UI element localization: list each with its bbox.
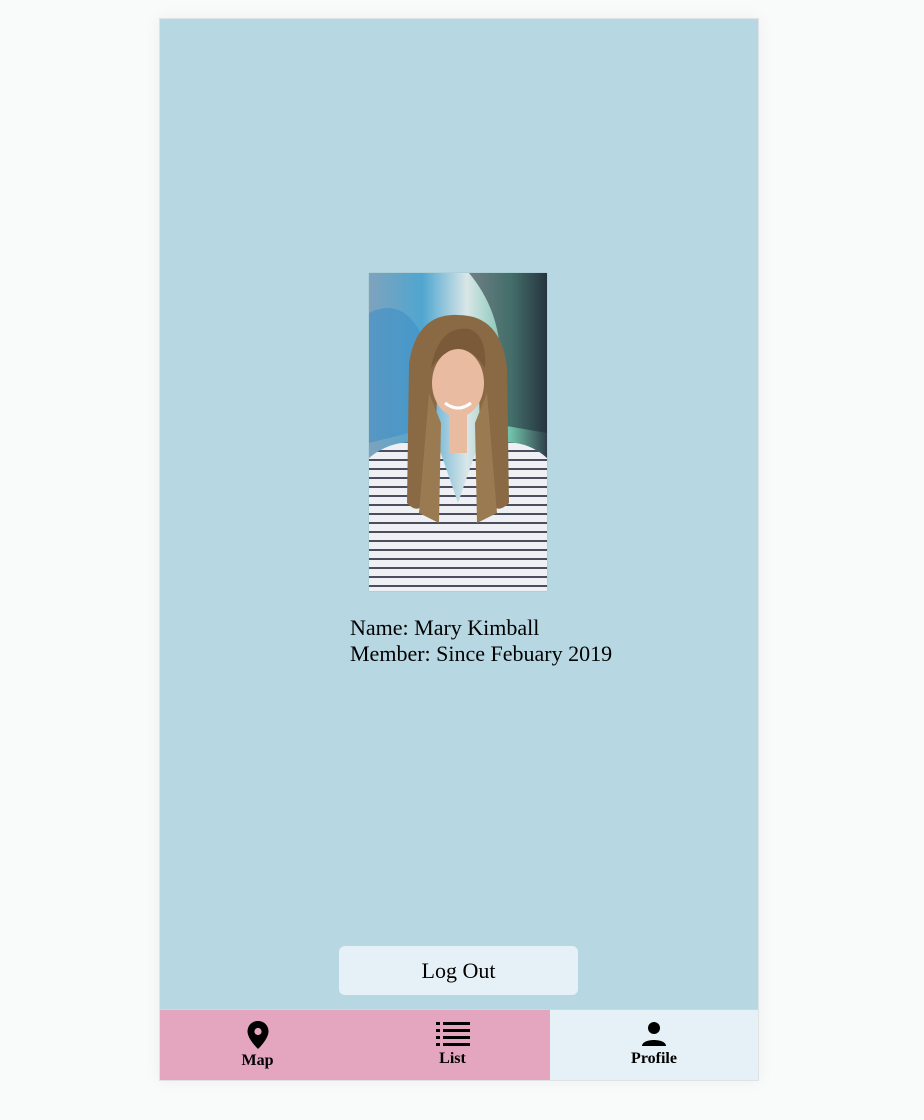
tab-map-label: Map — [241, 1052, 274, 1069]
app-screen: Name: Mary Kimball Member: Since Febuary… — [159, 18, 759, 1081]
profile-info: Name: Mary Kimball Member: Since Febuary… — [350, 615, 612, 667]
person-icon — [640, 1020, 668, 1048]
profile-photo — [369, 273, 547, 591]
logout-button[interactable]: Log Out — [339, 946, 578, 995]
profile-member-since: Member: Since Febuary 2019 — [350, 641, 613, 666]
list-icon — [435, 1020, 470, 1048]
tab-list[interactable]: List — [355, 1010, 550, 1080]
profile-name: Name: Mary Kimball — [350, 615, 540, 640]
tab-list-label: List — [439, 1050, 466, 1067]
profile-photo-image — [369, 273, 547, 591]
map-pin-icon — [246, 1020, 270, 1050]
tab-profile-label: Profile — [631, 1050, 677, 1067]
tab-profile[interactable]: Profile — [550, 1010, 758, 1080]
tab-map[interactable]: Map — [160, 1010, 355, 1080]
bottom-tab-bar: Map List Profile — [160, 1009, 758, 1080]
